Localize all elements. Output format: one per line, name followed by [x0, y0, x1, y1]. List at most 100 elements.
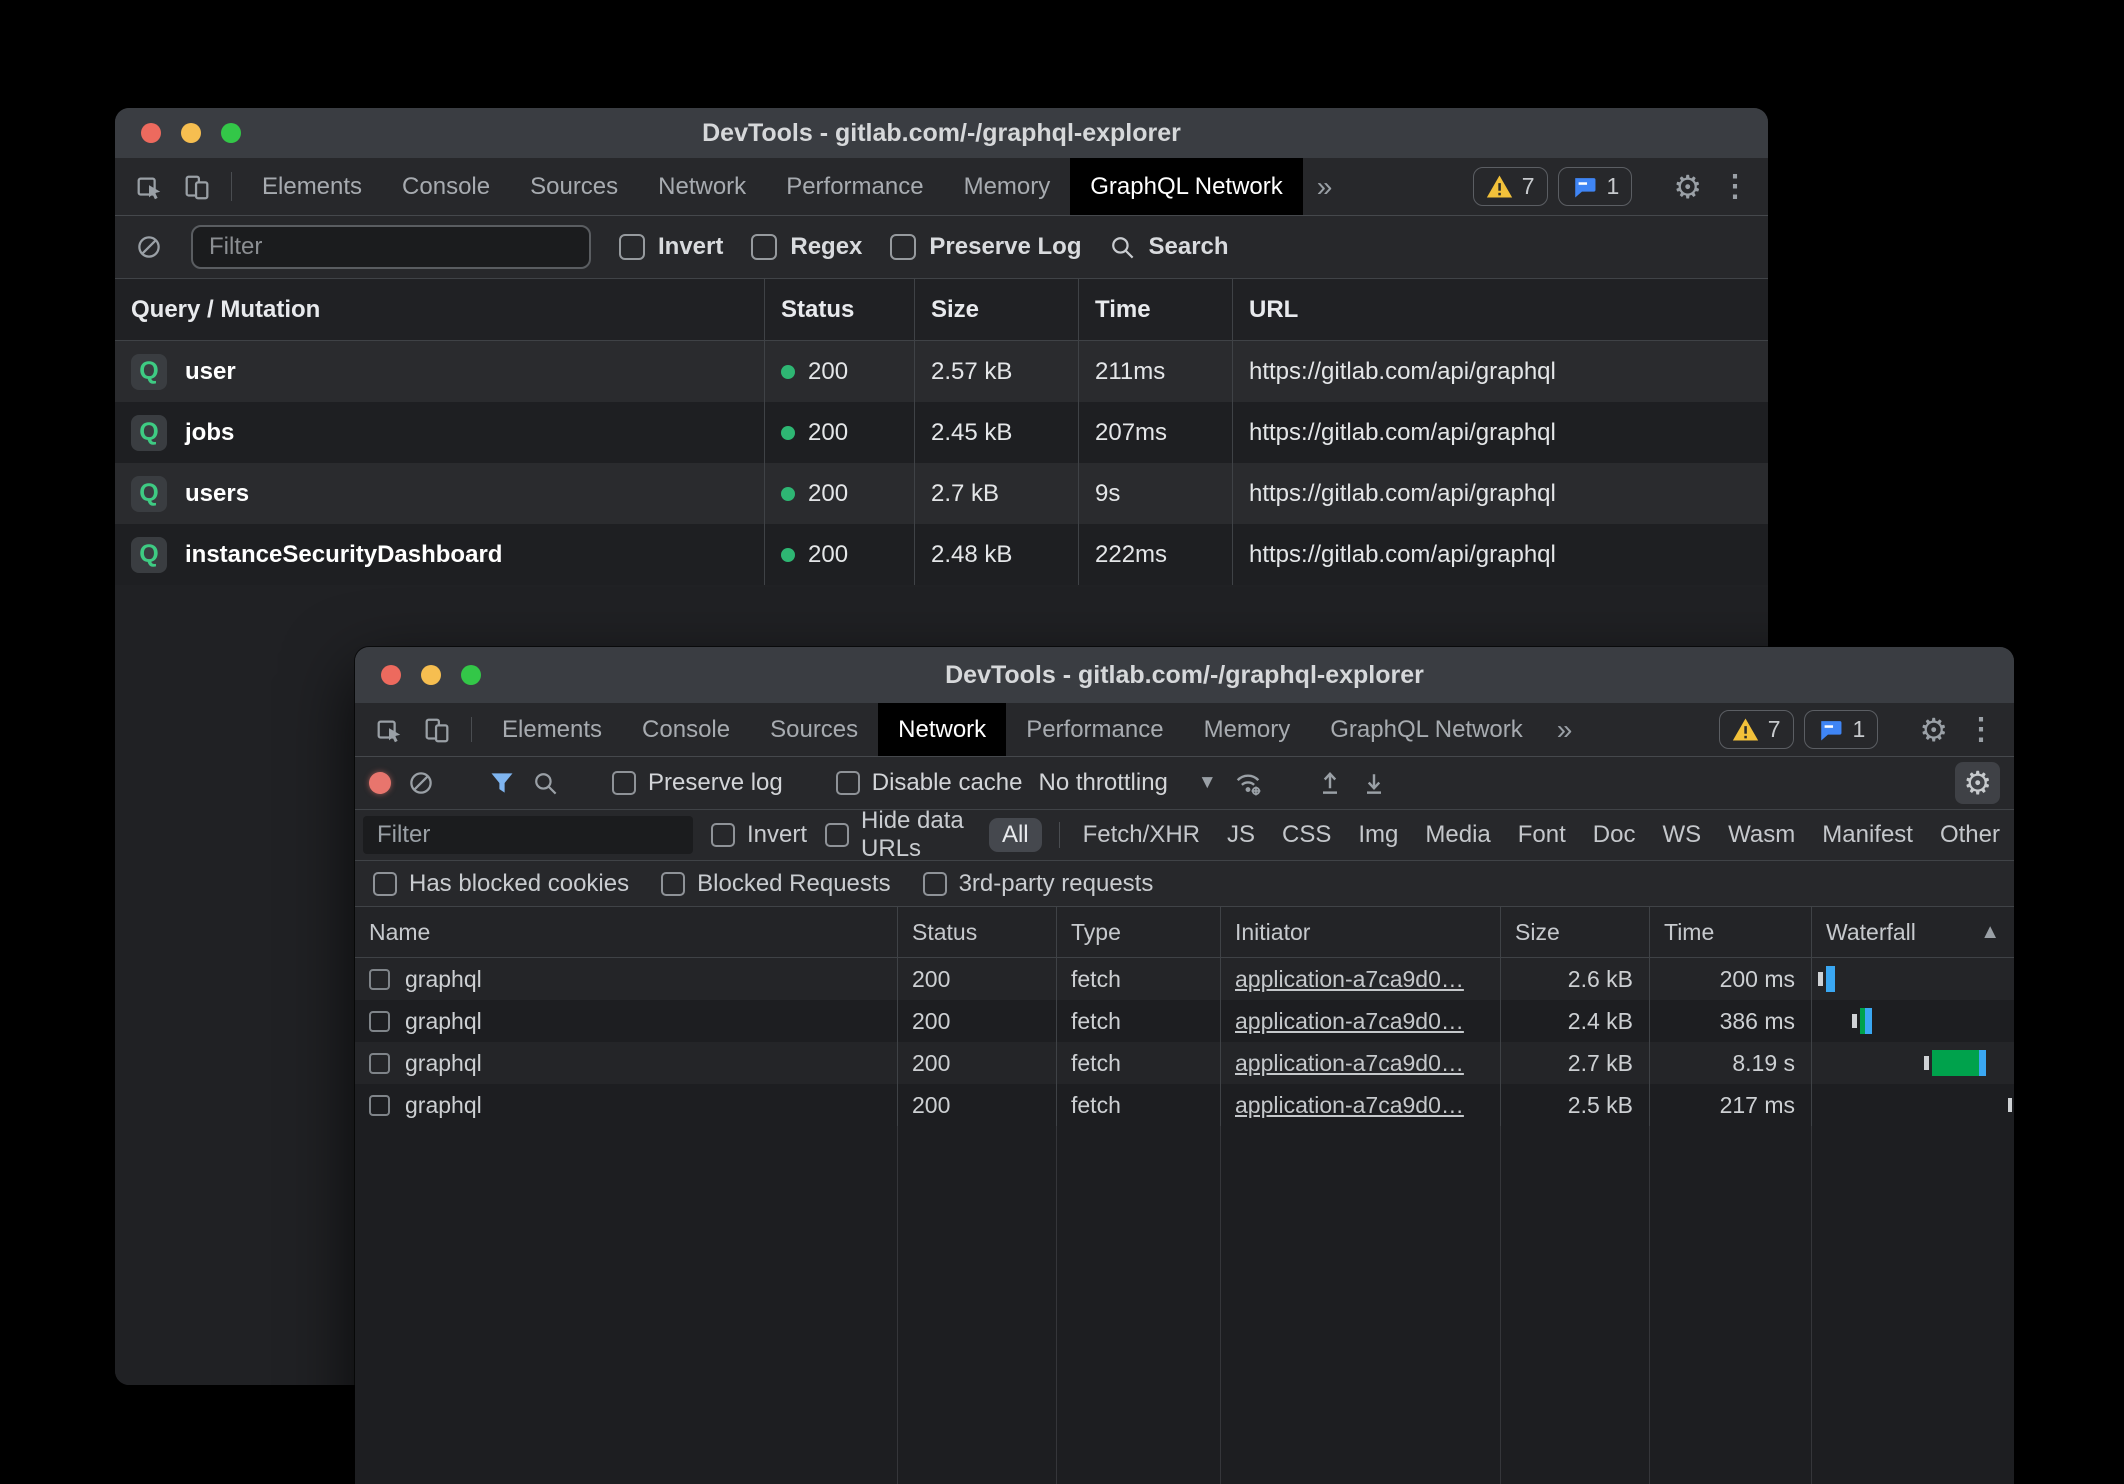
- preserve-log-checkbox-group[interactable]: Preserve Log: [890, 233, 1081, 261]
- request-row[interactable]: Quser 200 2.57 kB 211ms https://gitlab.c…: [115, 341, 1768, 402]
- settings-gear-icon[interactable]: ⚙: [1919, 714, 1948, 746]
- tab-graphql-network[interactable]: GraphQL Network: [1310, 703, 1543, 756]
- disable-cache-group[interactable]: Disable cache: [836, 769, 1023, 797]
- header-url[interactable]: URL: [1232, 279, 1768, 340]
- row-checkbox[interactable]: [369, 1053, 390, 1074]
- kebab-menu-icon[interactable]: ⋮: [1958, 715, 2004, 745]
- blocked-requests-group[interactable]: Blocked Requests: [661, 870, 890, 898]
- row-checkbox[interactable]: [369, 969, 390, 990]
- throttling-dropdown[interactable]: No throttling ▼: [1038, 769, 1216, 797]
- tab-network[interactable]: Network: [878, 703, 1006, 756]
- regex-checkbox[interactable]: [751, 234, 777, 260]
- chip-manifest[interactable]: Manifest: [1816, 818, 1919, 852]
- tab-sources[interactable]: Sources: [750, 703, 878, 756]
- record-network-log-button[interactable]: [369, 772, 391, 794]
- network-conditions-icon[interactable]: [1233, 768, 1263, 798]
- row-checkbox[interactable]: [369, 1095, 390, 1116]
- inspect-element-icon[interactable]: [365, 703, 413, 756]
- zoom-button[interactable]: [221, 123, 241, 143]
- hide-data-urls-checkbox[interactable]: [825, 823, 849, 847]
- issues-badge[interactable]: 1: [1804, 710, 1879, 749]
- header-initiator[interactable]: Initiator: [1220, 907, 1500, 957]
- header-name[interactable]: Name: [355, 907, 897, 957]
- tab-memory[interactable]: Memory: [944, 158, 1071, 215]
- clear-icon[interactable]: [407, 769, 435, 797]
- tab-network[interactable]: Network: [638, 158, 766, 215]
- has-blocked-cookies-checkbox[interactable]: [373, 872, 397, 896]
- minimize-button[interactable]: [181, 123, 201, 143]
- device-toolbar-icon[interactable]: [413, 703, 461, 756]
- chip-other[interactable]: Other: [1934, 818, 2006, 852]
- chip-doc[interactable]: Doc: [1587, 818, 1642, 852]
- chip-all[interactable]: All: [989, 818, 1042, 852]
- has-blocked-cookies-group[interactable]: Has blocked cookies: [373, 870, 629, 898]
- tab-elements[interactable]: Elements: [482, 703, 622, 756]
- import-har-icon[interactable]: [1316, 769, 1344, 797]
- preserve-log-group[interactable]: Preserve log: [612, 769, 783, 797]
- chip-img[interactable]: Img: [1352, 818, 1404, 852]
- search-group[interactable]: Search: [1109, 233, 1228, 261]
- initiator-link[interactable]: application-a7ca9d0…: [1235, 1092, 1464, 1119]
- issues-badge[interactable]: 1: [1558, 167, 1633, 206]
- invert-checkbox[interactable]: [619, 234, 645, 260]
- chip-js[interactable]: JS: [1221, 818, 1261, 852]
- header-status[interactable]: Status: [897, 907, 1056, 957]
- header-size[interactable]: Size: [914, 279, 1078, 340]
- initiator-link[interactable]: application-a7ca9d0…: [1235, 1050, 1464, 1077]
- preserve-log-checkbox[interactable]: [612, 771, 636, 795]
- search-icon[interactable]: [532, 770, 559, 797]
- tab-performance[interactable]: Performance: [766, 158, 943, 215]
- request-row[interactable]: QinstanceSecurityDashboard 200 2.48 kB 2…: [115, 524, 1768, 585]
- preserve-log-checkbox[interactable]: [890, 234, 916, 260]
- request-row[interactable]: Qjobs 200 2.45 kB 207ms https://gitlab.c…: [115, 402, 1768, 463]
- tab-memory[interactable]: Memory: [1184, 703, 1311, 756]
- tab-graphql-network[interactable]: GraphQL Network: [1070, 158, 1303, 215]
- network-request-row[interactable]: graphql 200 fetch application-a7ca9d0… 2…: [355, 958, 2014, 1000]
- header-time[interactable]: Time: [1649, 907, 1811, 957]
- header-type[interactable]: Type: [1056, 907, 1220, 957]
- close-button[interactable]: [141, 123, 161, 143]
- chip-fetch-xhr[interactable]: Fetch/XHR: [1077, 818, 1206, 852]
- chip-media[interactable]: Media: [1419, 818, 1496, 852]
- chip-wasm[interactable]: Wasm: [1722, 818, 1801, 852]
- header-waterfall[interactable]: Waterfall ▲: [1811, 907, 2014, 957]
- initiator-link[interactable]: application-a7ca9d0…: [1235, 1008, 1464, 1035]
- header-status[interactable]: Status: [764, 279, 914, 340]
- block-icon[interactable]: [135, 233, 163, 261]
- third-party-requests-group[interactable]: 3rd-party requests: [923, 870, 1154, 898]
- invert-checkbox-group[interactable]: Invert: [619, 233, 723, 261]
- tab-console[interactable]: Console: [622, 703, 750, 756]
- tab-console[interactable]: Console: [382, 158, 510, 215]
- invert-checkbox-group[interactable]: Invert: [711, 821, 807, 849]
- blocked-requests-checkbox[interactable]: [661, 872, 685, 896]
- regex-checkbox-group[interactable]: Regex: [751, 233, 862, 261]
- network-request-row[interactable]: graphql 200 fetch application-a7ca9d0… 2…: [355, 1000, 2014, 1042]
- device-toolbar-icon[interactable]: [173, 158, 221, 215]
- filter-funnel-icon[interactable]: [488, 769, 516, 797]
- invert-checkbox[interactable]: [711, 823, 735, 847]
- header-time[interactable]: Time: [1078, 279, 1232, 340]
- initiator-link[interactable]: application-a7ca9d0…: [1235, 966, 1464, 993]
- request-row[interactable]: Qusers 200 2.7 kB 9s https://gitlab.com/…: [115, 463, 1768, 524]
- row-checkbox[interactable]: [369, 1011, 390, 1032]
- header-query-mutation[interactable]: Query / Mutation: [115, 279, 764, 340]
- more-tabs-chevron-icon[interactable]: »: [1303, 158, 1347, 215]
- tab-sources[interactable]: Sources: [510, 158, 638, 215]
- tab-elements[interactable]: Elements: [242, 158, 382, 215]
- network-request-row[interactable]: graphql 200 fetch application-a7ca9d0… 2…: [355, 1084, 2014, 1126]
- chip-css[interactable]: CSS: [1276, 818, 1337, 852]
- filter-input[interactable]: [363, 816, 693, 854]
- kebab-menu-icon[interactable]: ⋮: [1712, 172, 1758, 202]
- network-settings-button[interactable]: ⚙: [1955, 762, 2000, 804]
- chip-ws[interactable]: WS: [1656, 818, 1707, 852]
- settings-gear-icon[interactable]: ⚙: [1673, 171, 1702, 203]
- third-party-requests-checkbox[interactable]: [923, 872, 947, 896]
- close-button[interactable]: [381, 665, 401, 685]
- zoom-button[interactable]: [461, 665, 481, 685]
- inspect-element-icon[interactable]: [125, 158, 173, 215]
- warnings-badge[interactable]: 7: [1719, 710, 1794, 749]
- header-size[interactable]: Size: [1500, 907, 1649, 957]
- more-tabs-chevron-icon[interactable]: »: [1543, 703, 1587, 756]
- filter-input[interactable]: [191, 225, 591, 269]
- network-request-row[interactable]: graphql 200 fetch application-a7ca9d0… 2…: [355, 1042, 2014, 1084]
